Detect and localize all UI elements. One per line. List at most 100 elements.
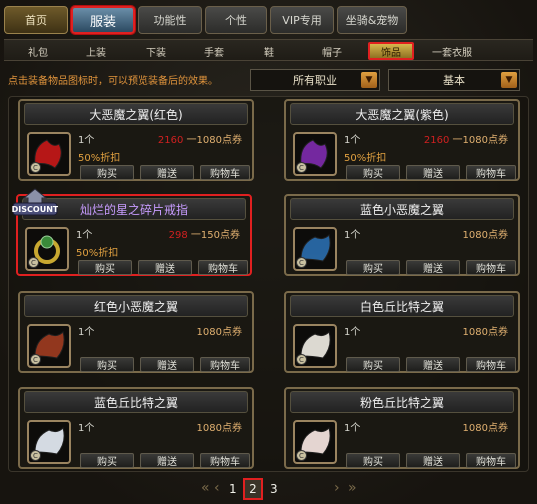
product-price: 2160 一1080点券 — [424, 131, 508, 146]
product-image[interactable]: C — [293, 420, 337, 464]
price-separator: 一 — [187, 230, 201, 241]
product-name[interactable]: 红色小恶魔之翼 — [24, 295, 248, 317]
first-page-icon[interactable]: « — [201, 480, 210, 496]
product-name[interactable]: 白色丘比特之翼 — [290, 295, 514, 317]
cart-button[interactable]: 购物车 — [198, 260, 248, 275]
cart-button[interactable]: 购物车 — [200, 453, 250, 468]
buy-button[interactable]: 购买 — [346, 260, 400, 275]
sale-price: 1080点券 — [196, 423, 242, 434]
product-price: 2160 一1080点券 — [158, 131, 242, 146]
product-price: 1080点券 — [197, 323, 242, 338]
coin-icon: C — [296, 450, 307, 461]
gift-button[interactable]: 赠送 — [138, 260, 192, 275]
product-name[interactable]: 蓝色小恶魔之翼 — [290, 198, 514, 220]
gift-button[interactable]: 赠送 — [140, 165, 194, 180]
product-card: 蓝色小恶魔之翼 C 1个 1080点券 购买 赠送 购物车 — [284, 194, 520, 276]
product-price: 1080点券 — [463, 226, 508, 241]
subtab-gift-pack[interactable]: 礼包 — [26, 42, 50, 60]
discount-label: 50%折扣 — [76, 248, 119, 259]
product-image[interactable]: C — [293, 324, 337, 368]
chevron-down-icon[interactable]: ▼ — [501, 72, 517, 88]
tab-mount-pet[interactable]: 坐骑&宠物 — [337, 6, 407, 34]
prev-page-icon[interactable]: ‹ — [214, 480, 220, 496]
product-quantity: 1个 — [78, 135, 95, 146]
buy-button[interactable]: 购买 — [80, 165, 134, 180]
buy-button[interactable]: 购买 — [346, 165, 400, 180]
product-card: 大恶魔之翼(紫色) C 1个 2160 一1080点券 50%折扣 购买 赠送 … — [284, 99, 520, 181]
cart-button[interactable]: 购物车 — [466, 453, 516, 468]
product-name[interactable]: 蓝色丘比特之翼 — [24, 391, 248, 413]
product-image[interactable]: C — [27, 420, 71, 464]
buy-button[interactable]: 购买 — [80, 453, 134, 468]
subtab-gloves[interactable]: 手套 — [202, 42, 226, 60]
subtab-outfit-set[interactable]: 一套衣服 — [428, 42, 476, 60]
product-card: 蓝色丘比特之翼 C 1个 1080点券 购买 赠送 购物车 — [18, 387, 254, 469]
gift-button[interactable]: 赠送 — [406, 260, 460, 275]
tab-home[interactable]: 首页 — [4, 6, 68, 34]
product-image[interactable]: C — [293, 132, 337, 176]
product-name[interactable]: 大恶魔之翼(紫色) — [290, 103, 514, 125]
product-price: 1080点券 — [463, 323, 508, 338]
page-1-link[interactable]: 1 — [229, 482, 237, 496]
coin-icon: C — [30, 162, 41, 173]
cart-button[interactable]: 购物车 — [466, 165, 516, 180]
sort-filter-value: 基本 — [443, 74, 465, 87]
shop-window: 首页 服装 功能性 个性 VIP专用 坐骑&宠物 礼包 上装 下装 手套 鞋 帽… — [0, 0, 537, 504]
cart-button[interactable]: 购物车 — [466, 357, 516, 372]
tab-functional[interactable]: 功能性 — [138, 6, 202, 34]
sale-price: 150点券 — [200, 230, 240, 241]
sale-price: 1080点券 — [462, 423, 508, 434]
next-page-icon[interactable]: › — [334, 480, 340, 496]
buy-button[interactable]: 购买 — [78, 260, 132, 275]
tab-personality[interactable]: 个性 — [205, 6, 267, 34]
page-2-current[interactable]: 2 — [243, 478, 263, 500]
coin-icon: C — [296, 257, 307, 268]
product-card: 粉色丘比特之翼 C 1个 1080点券 购买 赠送 购物车 — [284, 387, 520, 469]
subtab-top[interactable]: 上装 — [84, 42, 108, 60]
product-image[interactable]: C — [25, 227, 69, 271]
sale-price: 1080点券 — [462, 135, 508, 146]
last-page-icon[interactable]: » — [348, 480, 357, 496]
product-name[interactable]: 大恶魔之翼(红色) — [24, 103, 248, 125]
pagination: « ‹ 1 2 3 › » — [0, 476, 537, 504]
gift-button[interactable]: 赠送 — [406, 453, 460, 468]
product-image[interactable]: C — [27, 324, 71, 368]
sale-price: 1080点券 — [462, 327, 508, 338]
sub-tabs: 礼包 上装 下装 手套 鞋 帽子 饰品 一套衣服 — [4, 39, 533, 61]
coin-icon: C — [30, 354, 41, 365]
product-card: 红色小恶魔之翼 C 1个 1080点券 购买 赠送 购物车 — [18, 291, 254, 373]
product-image[interactable]: C — [27, 132, 71, 176]
gift-button[interactable]: 赠送 — [140, 357, 194, 372]
price-separator: 一 — [183, 135, 197, 146]
tab-vip[interactable]: VIP专用 — [270, 6, 334, 34]
job-filter-select[interactable]: 所有职业 ▼ — [250, 69, 380, 91]
subtab-shoes[interactable]: 鞋 — [262, 42, 276, 60]
product-quantity: 1个 — [78, 327, 95, 338]
cart-button[interactable]: 购物车 — [466, 260, 516, 275]
page-3-link[interactable]: 3 — [270, 482, 278, 496]
sort-filter-select[interactable]: 基本 ▼ — [388, 69, 520, 91]
subtab-bottom[interactable]: 下装 — [144, 42, 168, 60]
cart-button[interactable]: 购物车 — [200, 357, 250, 372]
buy-button[interactable]: 购买 — [80, 357, 134, 372]
product-quantity: 1个 — [344, 423, 361, 434]
discount-badge: DISCOUNT — [12, 188, 58, 216]
cart-button[interactable]: 购物车 — [200, 165, 250, 180]
product-name[interactable]: 粉色丘比特之翼 — [290, 391, 514, 413]
sale-price: 1080点券 — [196, 327, 242, 338]
preview-hint: 点击装备物品图标时，可以预览装备后的效果。 — [8, 76, 218, 87]
tab-clothing[interactable]: 服装 — [70, 5, 136, 35]
gift-button[interactable]: 赠送 — [406, 357, 460, 372]
subtab-hats[interactable]: 帽子 — [320, 42, 344, 60]
price-separator: 一 — [449, 135, 463, 146]
subtab-accessories[interactable]: 饰品 — [368, 42, 414, 60]
gift-button[interactable]: 赠送 — [140, 453, 194, 468]
buy-button[interactable]: 购买 — [346, 357, 400, 372]
original-price: 2160 — [423, 135, 450, 146]
gift-button[interactable]: 赠送 — [406, 165, 460, 180]
buy-button[interactable]: 购买 — [346, 453, 400, 468]
product-image[interactable]: C — [293, 227, 337, 271]
chevron-down-icon[interactable]: ▼ — [361, 72, 377, 88]
coin-icon: C — [296, 354, 307, 365]
product-card: 大恶魔之翼(红色) C 1个 2160 一1080点券 50%折扣 购买 赠送 … — [18, 99, 254, 181]
